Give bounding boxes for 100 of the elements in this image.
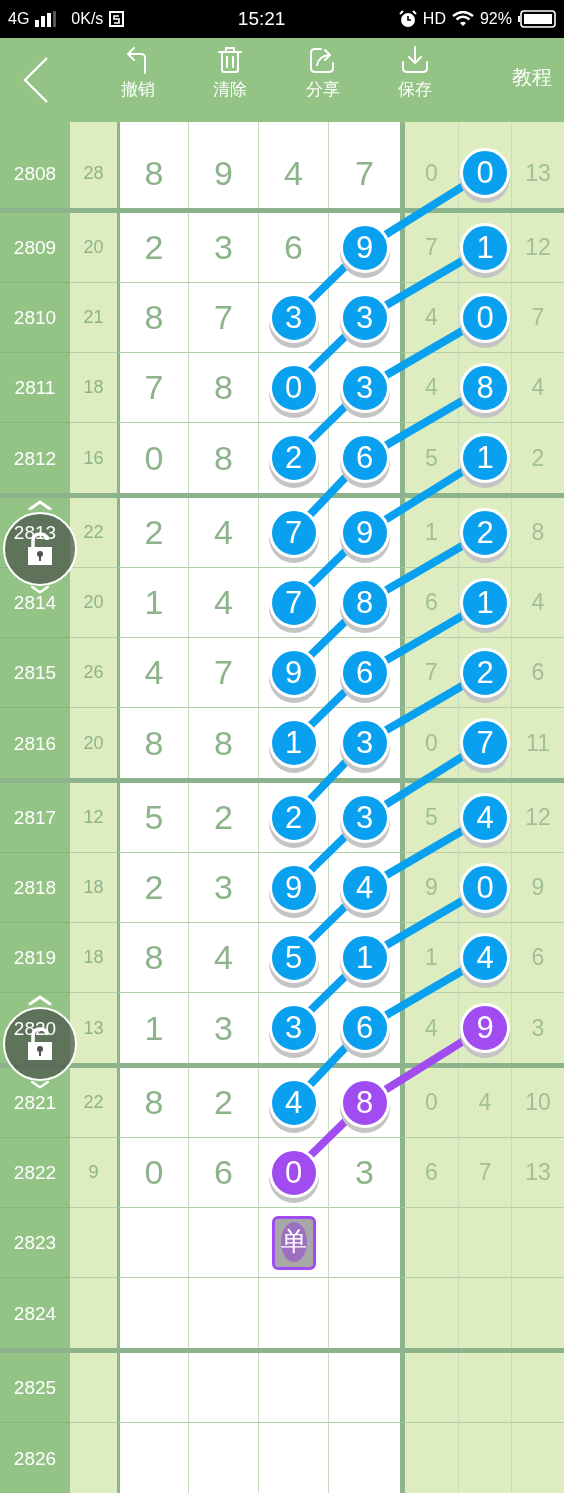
share-button[interactable]: 分享 (288, 46, 358, 101)
issue-number: 2810 (13, 308, 57, 327)
signal-icon (35, 11, 58, 27)
table-cell: 2 (117, 213, 188, 283)
table-cell (511, 1278, 564, 1348)
tutorial-button[interactable]: 教程 (512, 64, 552, 91)
table-cell: 0 (400, 122, 458, 208)
table-cell (70, 1208, 117, 1278)
table-cell: 20 (70, 213, 117, 283)
issue-number: 2813 (13, 523, 57, 542)
table-cell (328, 1353, 400, 1423)
connector-line (306, 758, 350, 803)
issue-number: 2818 (13, 878, 57, 897)
table-cell (400, 1208, 458, 1278)
table-cell: 7 (117, 353, 188, 423)
table-cell (458, 1208, 511, 1278)
chevron-up-icon[interactable] (28, 995, 52, 1005)
connector-line (307, 902, 349, 944)
table-cell (258, 1353, 328, 1423)
alarm-icon (398, 10, 417, 28)
chevron-down-icon[interactable] (28, 1081, 52, 1089)
connector-line (307, 547, 349, 589)
table-cell: 13 (511, 122, 564, 208)
table-cell: 4 (188, 923, 258, 993)
delete-button[interactable]: 清除 (195, 46, 265, 101)
hd-label: HD (422, 10, 446, 28)
table-cell: 20 (70, 568, 117, 638)
table-cell (117, 1353, 188, 1423)
trash-icon (217, 46, 243, 74)
table-cell: 7 (511, 283, 564, 353)
issue-number: 2824 (13, 1303, 57, 1323)
table-cell: 6 (511, 638, 564, 708)
table-cell: 28 (70, 122, 117, 208)
wifi-icon (451, 11, 474, 27)
connector-line (307, 972, 349, 1014)
table-cell: 2 (117, 853, 188, 923)
issue-number: 2817 (13, 808, 57, 827)
table-cell: 10 (511, 1068, 564, 1138)
table-cell: 3 (188, 213, 258, 283)
battery-icon (518, 10, 556, 28)
table-cell: 4 (188, 498, 258, 568)
table-cell: 2 (511, 423, 564, 493)
table-cell (458, 1278, 511, 1348)
s-box-icon (109, 11, 125, 27)
table-cell: 8 (188, 353, 258, 423)
table-cell (458, 1423, 511, 1493)
table-cell: 4 (511, 353, 564, 423)
table-cell (70, 1353, 117, 1423)
table-cell: 6 (400, 1138, 458, 1208)
table-cell: 26 (70, 638, 117, 708)
issue-number: 2809 (13, 238, 57, 257)
connector-line (306, 473, 350, 518)
table-cell: 4 (511, 568, 564, 638)
table-cell: 20 (70, 708, 117, 778)
issue-number: 2808 (13, 163, 57, 183)
issue-number: 2812 (13, 448, 57, 468)
table-cell: 7 (188, 638, 258, 708)
table-cell: 18 (70, 923, 117, 993)
table-cell: 2 (188, 1068, 258, 1138)
table-cell: 11 (511, 708, 564, 778)
battery-label: 92% (479, 10, 512, 28)
table-cell: 3 (188, 853, 258, 923)
table-cell: 18 (70, 353, 117, 423)
table-cell (511, 1423, 564, 1493)
chevron-up-icon[interactable] (28, 500, 52, 510)
table-cell (458, 1353, 511, 1423)
table-cell: 8 (117, 283, 188, 353)
single-button[interactable]: 单 (271, 1215, 316, 1270)
issue-number: 2822 (13, 1163, 57, 1182)
table-cell: 7 (458, 1138, 511, 1208)
table-cell: 8 (511, 498, 564, 568)
table-cell: 0 (400, 1068, 458, 1138)
table-cell (70, 1423, 117, 1493)
issue-number: 2816 (13, 733, 57, 753)
table-cell (70, 1278, 117, 1348)
connector-line (307, 332, 349, 374)
network-label: 4G (8, 10, 30, 28)
table-cell: 3 (511, 993, 564, 1063)
save-button[interactable]: 保存 (380, 46, 450, 101)
issue-number: 2826 (13, 1448, 57, 1468)
table-cell: 4 (188, 568, 258, 638)
table-cell: 2 (117, 498, 188, 568)
table-cell: 12 (70, 783, 117, 853)
connector-line (307, 617, 349, 659)
speed-label: 0K/s (71, 10, 104, 28)
issue-number: 2823 (13, 1233, 57, 1252)
table-cell: 12 (511, 213, 564, 283)
table-cell: 8 (117, 1068, 188, 1138)
table-cell: 5 (117, 783, 188, 853)
issue-number: 2825 (13, 1378, 57, 1397)
undo-button[interactable]: 撤销 (103, 46, 173, 101)
table-cell: 4 (117, 638, 188, 708)
table-cell: 18 (70, 853, 117, 923)
chevron-down-icon[interactable] (28, 586, 52, 594)
table-cell (117, 1208, 188, 1278)
table-cell (400, 1423, 458, 1493)
issue-number: 2819 (13, 948, 57, 967)
table-cell: 9 (511, 853, 564, 923)
chevron-left-icon (22, 56, 50, 104)
connector-line (306, 1043, 350, 1088)
